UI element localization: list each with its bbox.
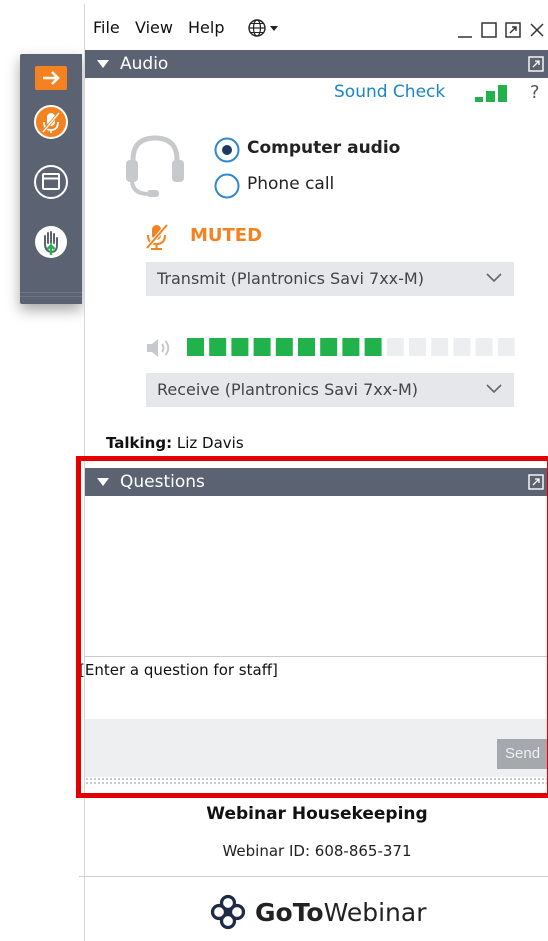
mute-status-label: MUTED [190,225,263,246]
grab-tab[interactable] [20,54,82,304]
question-footer: Send [85,719,548,777]
headset-icon [126,135,184,197]
volume-segment [364,338,382,356]
question-input-placeholder: [Enter a question for staff] [79,661,278,679]
arrow-right-icon [35,66,67,90]
volume-meter [187,338,515,356]
audio-section-title: Audio [120,54,169,74]
minimize-icon[interactable] [455,20,475,40]
webinar-title: Webinar Housekeeping [206,804,428,824]
computer-audio-radio[interactable] [213,136,241,164]
chevron-down-icon [486,384,502,394]
volume-segment [431,338,449,356]
speaker-icon [147,339,170,357]
footer-divider [79,876,548,877]
sound-check-link[interactable]: Sound Check [334,82,445,102]
volume-segment [298,338,315,356]
brand-bold: GoTo [255,898,324,927]
restore-popout-icon[interactable] [503,20,523,40]
talking-indicator: Talking: Liz Davis [106,434,244,452]
volume-segment [497,338,515,356]
help-icon[interactable]: ? [530,82,540,103]
volume-segment [187,338,204,356]
menu-help[interactable]: Help [188,18,224,37]
popout-icon[interactable] [528,56,544,72]
volume-segment [253,338,271,356]
questions-log [85,496,548,656]
menu-view[interactable]: View [135,18,173,37]
receive-device-select[interactable]: Receive (Plantronics Savi 7xx-M) [146,373,514,407]
volume-segment [320,338,338,356]
mic-muted-icon [34,105,68,139]
volume-segment [386,338,404,356]
maximize-icon[interactable] [479,20,499,40]
questions-section-title: Questions [120,472,205,492]
mic-muted-icon[interactable] [143,222,171,252]
signal-strength-icon [475,85,507,102]
collapse-triangle-icon [97,478,109,486]
volume-segment [209,338,227,356]
volume-segment [342,338,360,356]
menu-file[interactable]: File [93,18,120,37]
question-input[interactable]: [Enter a question for staff] [79,656,548,720]
window-panel-icon [34,165,68,199]
volume-segment [275,338,293,356]
volume-segment [409,338,426,356]
control-panel: File View Help Audio Sound Check ? Compu… [79,4,548,941]
close-icon[interactable] [527,20,547,40]
volume-segment [231,338,249,356]
raise-hand-button[interactable] [31,222,71,262]
signal-bar [486,91,495,102]
signal-bar [498,85,507,102]
transmit-device-select[interactable]: Transmit (Plantronics Savi 7xx-M) [146,262,514,296]
language-globe-button[interactable] [247,18,283,42]
computer-audio-label[interactable]: Computer audio [247,138,400,158]
webinar-id: Webinar ID: 608-865-371 [222,842,412,860]
chevron-down-icon [486,273,502,283]
brand-regular: Webinar [323,898,427,927]
phone-call-label[interactable]: Phone call [247,174,334,194]
volume-segment [453,338,471,356]
talking-name: Liz Davis [176,434,244,452]
mute-toggle-button[interactable] [31,102,71,142]
globe-icon [248,19,278,37]
brand-wordmark: GoToWebinar [255,898,427,927]
volume-segment [475,338,493,356]
gotowebinar-flower-icon [210,894,246,930]
audio-section-header[interactable]: Audio [85,50,548,78]
transmit-device-value: Transmit (Plantronics Savi 7xx-M) [157,269,424,288]
expand-arrow-button[interactable] [31,66,71,90]
show-panel-button[interactable] [31,162,71,202]
collapse-triangle-icon [97,60,109,68]
questions-section-header[interactable]: Questions [85,468,548,496]
send-button[interactable]: Send [497,739,548,769]
resize-grip[interactable] [85,777,548,785]
signal-bar [475,97,483,102]
menu-bar: File View Help [85,4,548,50]
raise-hand-icon [35,226,67,258]
talking-label: Talking: [106,434,173,452]
phone-call-radio[interactable] [213,172,241,200]
popout-icon[interactable] [528,474,544,490]
receive-device-value: Receive (Plantronics Savi 7xx-M) [157,380,418,399]
